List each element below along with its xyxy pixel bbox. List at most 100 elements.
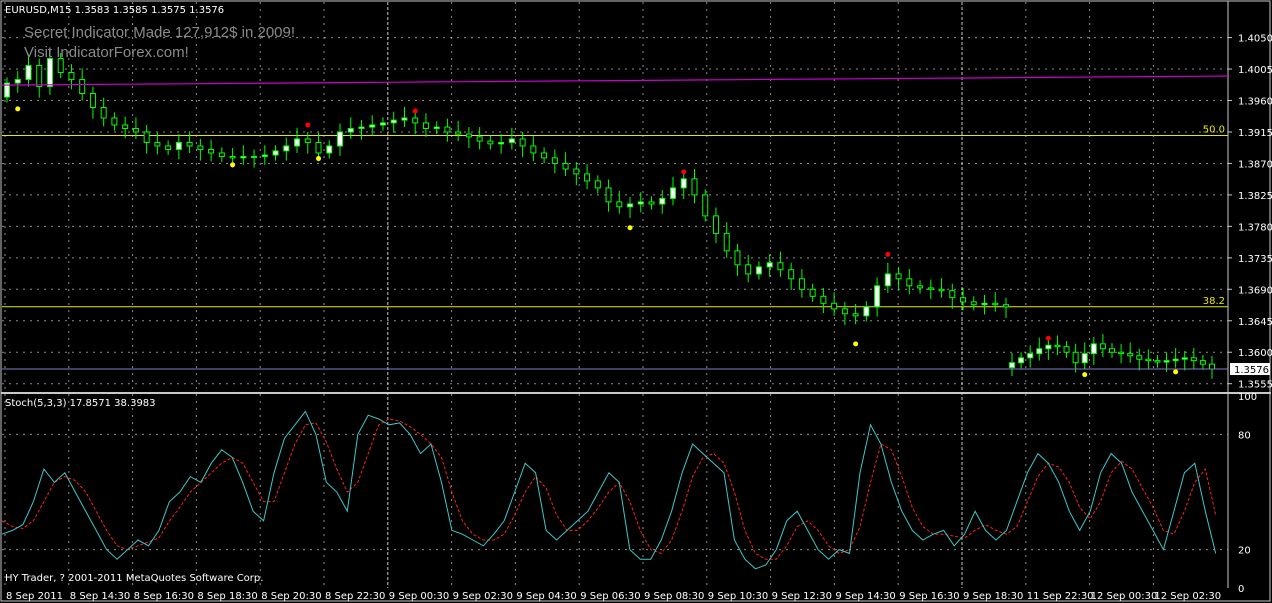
candle-bull[interactable]: [884, 273, 891, 287]
candle-bear[interactable]: [465, 133, 472, 138]
candle-bear[interactable]: [541, 152, 548, 159]
candle-bull[interactable]: [433, 126, 440, 129]
candle-bull[interactable]: [175, 141, 182, 150]
candle-bear[interactable]: [1127, 353, 1134, 357]
candle-bear[interactable]: [798, 278, 805, 290]
candle-bull[interactable]: [1090, 343, 1097, 355]
candle-bull[interactable]: [670, 187, 676, 199]
candle-bear[interactable]: [1072, 351, 1079, 364]
candle-bull[interactable]: [1081, 353, 1088, 364]
candle-bear[interactable]: [455, 131, 462, 135]
candle-bear[interactable]: [895, 273, 902, 280]
candle-bear[interactable]: [551, 157, 558, 164]
candle-bull[interactable]: [627, 203, 634, 208]
candle-bear[interactable]: [304, 138, 311, 143]
candle-bear[interactable]: [723, 232, 730, 252]
fractal-up-marker[interactable]: [412, 108, 418, 114]
fractal-down-marker[interactable]: [1082, 372, 1088, 378]
candle-bear[interactable]: [89, 93, 96, 109]
candle-bull[interactable]: [390, 119, 397, 124]
candle-bear[interactable]: [917, 285, 924, 289]
candle-bear[interactable]: [1209, 363, 1215, 370]
candle-bull[interactable]: [379, 122, 386, 126]
candle-bull[interactable]: [240, 155, 247, 159]
candle-bear[interactable]: [788, 269, 795, 280]
candle-bull[interactable]: [766, 262, 773, 268]
candle-bear[interactable]: [1099, 343, 1106, 350]
fractal-up-marker[interactable]: [1045, 335, 1051, 341]
candle-bull[interactable]: [1018, 357, 1025, 364]
candle-bull[interactable]: [25, 65, 32, 81]
candle-bear[interactable]: [68, 72, 75, 81]
candle-bear[interactable]: [487, 140, 494, 145]
fractal-down-marker[interactable]: [316, 156, 322, 162]
candle-bear[interactable]: [809, 288, 816, 297]
candle-bear[interactable]: [111, 117, 118, 126]
candle-bear[interactable]: [927, 287, 934, 290]
candle-bear[interactable]: [605, 187, 612, 203]
fractal-down-marker[interactable]: [230, 162, 236, 168]
candle-bear[interactable]: [444, 126, 451, 133]
fractal-up-marker[interactable]: [305, 122, 311, 128]
candle-bull[interactable]: [369, 124, 376, 128]
stoch-main-line[interactable]: [1, 410, 1217, 570]
candle-bull[interactable]: [1045, 344, 1052, 350]
candle-bear[interactable]: [1118, 351, 1125, 355]
candle-bear[interactable]: [122, 124, 129, 129]
chart-window[interactable]: 8 Sep 2011 8 Sep 14:30 8 Sep 16:30 8 Sep 18…: [0, 0, 1272, 603]
candle-bear[interactable]: [648, 201, 655, 205]
candle-bear[interactable]: [745, 264, 752, 275]
candle-bear[interactable]: [530, 145, 537, 154]
candle-bear[interactable]: [229, 155, 236, 159]
candle-bear[interactable]: [938, 288, 945, 292]
fractal-up-marker[interactable]: [885, 251, 891, 257]
stoch-signal-line[interactable]: [1, 418, 1217, 560]
candle-bull[interactable]: [401, 117, 408, 121]
candle-bear[interactable]: [412, 117, 419, 124]
candle-bull[interactable]: [272, 150, 279, 156]
candle-bull[interactable]: [637, 201, 644, 205]
candle-bear[interactable]: [594, 180, 601, 189]
moving-average-line[interactable]: [1, 75, 1229, 86]
candle-bear[interactable]: [777, 262, 784, 271]
candle-bull[interactable]: [874, 285, 881, 308]
candle-bear[interactable]: [562, 162, 569, 170]
candle-bear[interactable]: [208, 148, 215, 154]
candle-bull[interactable]: [294, 138, 301, 147]
candle-bear[interactable]: [949, 290, 956, 299]
candle-bear[interactable]: [960, 297, 967, 303]
candle-bear[interactable]: [1199, 360, 1206, 365]
candle-bull[interactable]: [1172, 358, 1179, 362]
candle-bull[interactable]: [1181, 357, 1188, 360]
candle-bear[interactable]: [218, 152, 225, 157]
candle-bear[interactable]: [1145, 358, 1152, 362]
candle-bear[interactable]: [1063, 346, 1070, 353]
candle-bear[interactable]: [734, 250, 741, 266]
candle-bull[interactable]: [347, 127, 354, 133]
candle-bear[interactable]: [573, 168, 580, 175]
candle-bull[interactable]: [863, 306, 870, 317]
candle-bear[interactable]: [1109, 348, 1115, 353]
candle-bear[interactable]: [992, 302, 999, 306]
candle-bull[interactable]: [498, 141, 505, 145]
candle-bear[interactable]: [841, 308, 848, 315]
candle-bear[interactable]: [970, 301, 977, 306]
candle-bull[interactable]: [251, 155, 258, 158]
candle-bear[interactable]: [79, 79, 86, 95]
candle-bear[interactable]: [315, 141, 322, 154]
candle-bear[interactable]: [100, 107, 107, 119]
candle-bull[interactable]: [261, 154, 268, 157]
candle-bull[interactable]: [981, 302, 988, 306]
candle-bull[interactable]: [1163, 360, 1170, 363]
candle-bull[interactable]: [1036, 348, 1043, 355]
candle-bear[interactable]: [1054, 344, 1061, 348]
fractal-down-marker[interactable]: [853, 341, 859, 347]
price-chart[interactable]: 8 Sep 2011 8 Sep 14:30 8 Sep 16:30 8 Sep 18…: [0, 0, 1272, 603]
fractal-down-marker[interactable]: [15, 106, 21, 112]
candle-bear[interactable]: [820, 295, 827, 304]
candle-bear[interactable]: [616, 201, 623, 208]
candle-bear[interactable]: [702, 194, 709, 217]
candle-bull[interactable]: [1009, 362, 1015, 369]
candle-bear[interactable]: [831, 302, 838, 310]
candle-bull[interactable]: [508, 138, 515, 143]
